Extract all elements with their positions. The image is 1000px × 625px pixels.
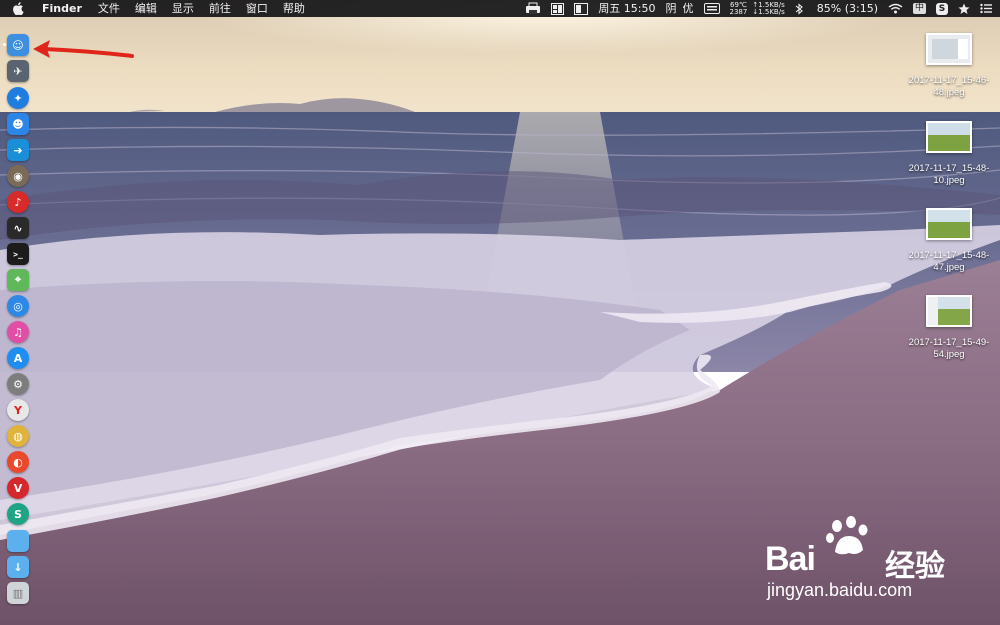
annotation-arrow — [33, 40, 134, 58]
menu-file[interactable]: 文件 — [98, 0, 120, 17]
dock-downloads-folder[interactable]: ↓ — [7, 556, 29, 578]
menu-help[interactable]: 帮助 — [283, 0, 305, 17]
fan-speed: 2387 — [729, 7, 748, 16]
menu-view[interactable]: 显示 — [172, 0, 194, 17]
download-speed: ↓1.5KB/s — [752, 7, 785, 16]
dock-maps[interactable]: ⌖ — [7, 269, 29, 291]
folder-download-icon: ↓ — [13, 560, 23, 574]
file-name: 2017-11-17_15-49- 54.jpeg — [908, 337, 990, 360]
dock-vivaldi[interactable]: V — [7, 477, 29, 499]
menu-window[interactable]: 窗口 — [246, 0, 268, 17]
dock: ☺ ✈ ✦ ☻ ➜ ◉ ♪ ∿ >_ ⌖ ◎ ♫ A ⚙ Y ◍ ◐ V S ↓ ▥ — [2, 34, 32, 606]
s-app-icon[interactable]: S — [936, 2, 948, 15]
keyboard-icon[interactable] — [703, 3, 720, 14]
menu-edit[interactable]: 编辑 — [135, 0, 157, 17]
dock-finder[interactable]: ☺ — [3, 34, 29, 56]
menu-go[interactable]: 前往 — [209, 0, 231, 17]
app-menu-finder[interactable]: Finder — [42, 0, 82, 17]
battery-status[interactable]: 85% (3:15) — [817, 0, 878, 17]
dock-netease-music[interactable]: ♪ — [7, 191, 29, 213]
file-name: 2017-11-17_15-48- 47.jpeg — [908, 250, 990, 273]
watermark-url: jingyan.baidu.com — [767, 580, 913, 600]
star-icon[interactable] — [958, 3, 970, 15]
music-note-icon: ♫ — [13, 325, 23, 339]
map-icon: ⌖ — [14, 273, 22, 286]
baidu-jingyan-watermark: Bai 经验 jingyan.baidu.com — [765, 516, 975, 606]
clock-datetime[interactable]: 周五 15:50 — [598, 0, 655, 17]
file-thumbnail — [926, 208, 972, 240]
dock-app-store[interactable]: A — [7, 347, 29, 369]
running-indicator — [3, 43, 6, 46]
file-thumbnail — [926, 295, 972, 327]
window-grid-icon[interactable] — [551, 2, 565, 15]
apple-logo-icon[interactable] — [12, 0, 26, 17]
desktop-file-3[interactable]: 2017-11-17_15-48- 47.jpeg — [899, 208, 999, 274]
chrome-icon: ◍ — [13, 429, 23, 443]
watermark-brand: Bai — [765, 540, 816, 578]
input-method-indicator[interactable]: 中 — [912, 3, 926, 14]
dock-yandex[interactable]: Y — [7, 399, 29, 421]
dock-terminal[interactable]: >_ — [7, 243, 29, 265]
dock-weibo[interactable]: ◐ — [7, 451, 29, 473]
finder-icon: ☺ — [12, 38, 24, 52]
display-icon[interactable] — [574, 2, 589, 15]
terminal-icon: >_ — [13, 249, 23, 259]
dock-documents-folder[interactable] — [7, 530, 29, 552]
desktop-file-4[interactable]: 2017-11-17_15-49- 54.jpeg — [899, 295, 999, 361]
dock-unknown-app[interactable]: ◉ — [7, 165, 29, 187]
file-name: 2017-11-17_15-48- 10.jpeg — [908, 163, 990, 186]
file-thumbnail — [926, 33, 972, 65]
weibo-icon: ◐ — [13, 455, 23, 469]
dock-chrome[interactable]: ◍ — [7, 425, 29, 447]
dock-contacts-app[interactable]: ☻ — [7, 113, 29, 135]
siri-icon: ◎ — [13, 299, 23, 313]
app-store-icon: A — [13, 351, 23, 365]
dock-sogou[interactable]: S — [7, 503, 29, 525]
dock-trash[interactable]: ▥ — [7, 582, 29, 604]
desktop-file-1[interactable]: 2017-11-17_15-46- 48.jpeg — [899, 33, 999, 99]
y-icon: Y — [14, 403, 22, 417]
paw-icon — [826, 516, 868, 555]
bluetooth-icon[interactable] — [795, 2, 803, 15]
printer-icon[interactable] — [525, 2, 541, 15]
globe-icon: ◉ — [13, 169, 23, 183]
dock-activity-monitor[interactable]: ∿ — [7, 217, 29, 239]
s-circle-icon: S — [14, 507, 22, 521]
user-card-icon: ☻ — [12, 117, 24, 131]
rocket-icon: ✈ — [13, 64, 23, 78]
dock-safari[interactable]: ✦ — [7, 87, 29, 109]
s-app-label: S — [936, 2, 948, 15]
dock-launchpad[interactable]: ✈ — [7, 60, 29, 82]
file-thumbnail — [926, 121, 972, 153]
notification-list-icon[interactable] — [980, 3, 992, 14]
watermark-brand-cn: 经验 — [885, 549, 945, 584]
activity-icon: ∿ — [13, 221, 23, 235]
system-monitor-temp-fan[interactable]: 69℃ 2387 — [729, 1, 748, 16]
wifi-icon[interactable] — [888, 3, 903, 14]
weather-status[interactable]: 阴 — [666, 0, 677, 17]
arrow-box-icon: ➜ — [13, 143, 23, 157]
v-icon: V — [13, 481, 23, 495]
air-quality-status[interactable]: 优 — [683, 0, 694, 17]
input-method-label: 中 — [912, 3, 926, 14]
dock-system-preferences[interactable]: ⚙ — [7, 373, 29, 395]
network-speed[interactable]: ↑1.5KB/s ↓1.5KB/s — [752, 1, 785, 16]
trash-icon: ▥ — [12, 586, 24, 600]
dock-teamviewer[interactable]: ➜ — [7, 139, 29, 161]
dock-itunes[interactable]: ♫ — [7, 321, 29, 343]
dock-siri[interactable]: ◎ — [7, 295, 29, 317]
compass-icon: ✦ — [13, 91, 23, 105]
music-red-icon: ♪ — [14, 195, 22, 209]
desktop-file-2[interactable]: 2017-11-17_15-48- 10.jpeg — [899, 121, 999, 187]
gear-icon: ⚙ — [13, 377, 23, 391]
file-name: 2017-11-17_15-46- 48.jpeg — [908, 75, 990, 98]
menu-bar: Finder 文件 编辑 显示 前往 窗口 帮助 周五 15:50 阴 优 69… — [0, 0, 1000, 17]
